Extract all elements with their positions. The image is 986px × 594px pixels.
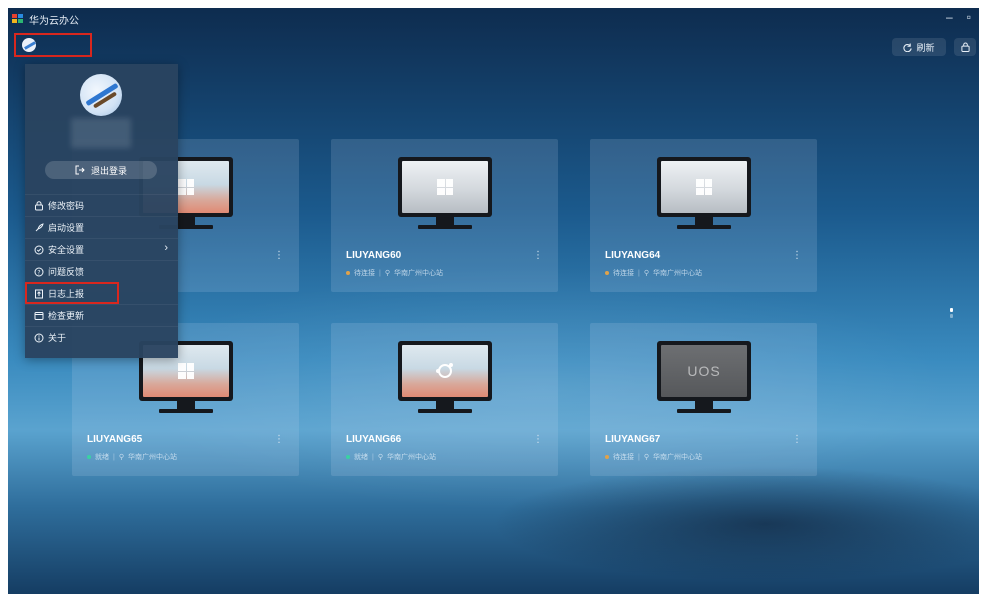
status-text: 就绪 — [95, 454, 109, 461]
menu-item-check-update[interactable]: 检查更新 — [25, 304, 178, 326]
region-text: 华南广州中心站 — [393, 270, 443, 277]
status-text: 待连接 — [354, 270, 375, 277]
region-text: 华南广州中心站 — [127, 454, 177, 461]
user-avatar — [80, 74, 122, 116]
shield-icon — [33, 244, 44, 255]
menu-item-label: 启动设置 — [48, 223, 85, 233]
menu-item-change-password[interactable]: 修改密码 — [25, 194, 178, 216]
logout-button[interactable]: 退出登录 — [45, 161, 157, 179]
more-options-icon[interactable]: ⋮ — [274, 434, 284, 445]
more-options-icon[interactable]: ⋮ — [533, 250, 543, 261]
uos-logo: UOS — [687, 363, 721, 379]
desktop-name: LIUYANG67 — [605, 434, 661, 445]
refresh-button[interactable]: 刷新 — [892, 38, 946, 56]
status-dot — [346, 455, 350, 459]
monitor-icon: UOS — [657, 341, 751, 414]
page-indicator[interactable] — [950, 308, 954, 320]
more-options-icon[interactable]: ⋮ — [792, 434, 802, 445]
status-dot — [605, 455, 609, 459]
desktop-name: LIUYANG60 — [346, 250, 402, 261]
status-dot — [87, 455, 91, 459]
monitor-icon — [657, 157, 751, 230]
svg-text:?: ? — [37, 269, 40, 276]
lock-button[interactable] — [954, 38, 976, 56]
refresh-label: 刷新 — [916, 42, 935, 53]
logout-icon — [75, 165, 85, 175]
desktop-card-liuyang66[interactable]: LIUYANG66 ⋮ 就绪 | ⚲ 华南广州中心站 — [331, 323, 558, 476]
desktop-card-liuyang64[interactable]: LIUYANG64 ⋮ 待连接 | ⚲ 华南广州中心站 — [590, 139, 817, 292]
menu-item-label: 问题反馈 — [48, 267, 85, 277]
status-dot — [346, 271, 350, 275]
menu-item-label: 关于 — [48, 333, 67, 343]
menu-item-label: 检查更新 — [48, 311, 85, 321]
menu-list: 修改密码 启动设置 安全设置 › ? 问题反馈 日志上报 检查更新 关于 — [25, 194, 178, 348]
menu-item-security-settings[interactable]: 安全设置 › — [25, 238, 178, 260]
ubuntu-logo-icon — [436, 363, 453, 378]
monitor-icon — [398, 157, 492, 230]
lock-icon — [33, 200, 44, 211]
window-title: 华为云办公 — [29, 15, 79, 27]
status-text: 就绪 — [354, 454, 368, 461]
avatar-icon — [22, 38, 36, 52]
upload-icon — [33, 288, 44, 299]
desktop-name: LIUYANG64 — [605, 250, 661, 261]
location-icon: ⚲ — [643, 454, 649, 461]
location-icon: ⚲ — [384, 270, 390, 277]
region-text: 华南广州中心站 — [652, 454, 702, 461]
more-options-icon[interactable]: ⋮ — [274, 250, 284, 261]
account-button[interactable] — [14, 33, 92, 57]
more-options-icon[interactable]: ⋮ — [792, 250, 802, 261]
app-logo-icon — [12, 14, 23, 23]
region-text: 华南广州中心站 — [652, 270, 702, 277]
menu-item-label: 日志上报 — [48, 289, 85, 299]
location-icon: ⚲ — [643, 270, 649, 277]
menu-item-feedback[interactable]: ? 问题反馈 — [25, 260, 178, 282]
update-icon — [33, 310, 44, 321]
app-window: 华为云办公 – ▫ 刷新 ⋮ LIUYANG60 ⋮ 待连接 | ⚲ 华南广州中… — [8, 8, 979, 594]
refresh-icon — [903, 42, 913, 52]
monitor-icon — [398, 341, 492, 414]
minimize-button[interactable]: – — [946, 10, 953, 24]
region-text: 华南广州中心站 — [386, 454, 436, 461]
location-icon: ⚲ — [377, 454, 383, 461]
menu-item-about[interactable]: 关于 — [25, 326, 178, 348]
title-bar: 华为云办公 – ▫ — [8, 8, 979, 30]
location-icon: ⚲ — [118, 454, 124, 461]
logout-label: 退出登录 — [90, 165, 127, 176]
chevron-right-icon: › — [164, 242, 168, 254]
rocket-icon — [33, 222, 44, 233]
menu-item-log-upload[interactable]: 日志上报 — [25, 282, 119, 304]
username-redacted — [71, 118, 131, 148]
desktop-name: LIUYANG66 — [346, 434, 402, 445]
desktop-name: LIUYANG65 — [87, 434, 143, 445]
maximize-button[interactable]: ▫ — [967, 10, 971, 24]
desktop-card-liuyang60[interactable]: LIUYANG60 ⋮ 待连接 | ⚲ 华南广州中心站 — [331, 139, 558, 292]
lock-icon — [960, 42, 970, 52]
desktop-card-liuyang67[interactable]: UOS LIUYANG67 ⋮ 待连接 | ⚲ 华南广州中心站 — [590, 323, 817, 476]
menu-item-label: 安全设置 — [48, 245, 85, 255]
more-options-icon[interactable]: ⋮ — [533, 434, 543, 445]
status-dot — [605, 271, 609, 275]
status-text: 待连接 — [613, 270, 634, 277]
account-menu: 退出登录 修改密码 启动设置 安全设置 › ? 问题反馈 日志上报 检查更新 关… — [25, 64, 178, 358]
status-text: 待连接 — [613, 454, 634, 461]
question-icon: ? — [33, 266, 44, 277]
menu-item-startup-settings[interactable]: 启动设置 — [25, 216, 178, 238]
menu-item-label: 修改密码 — [48, 201, 85, 211]
info-icon — [33, 332, 44, 343]
